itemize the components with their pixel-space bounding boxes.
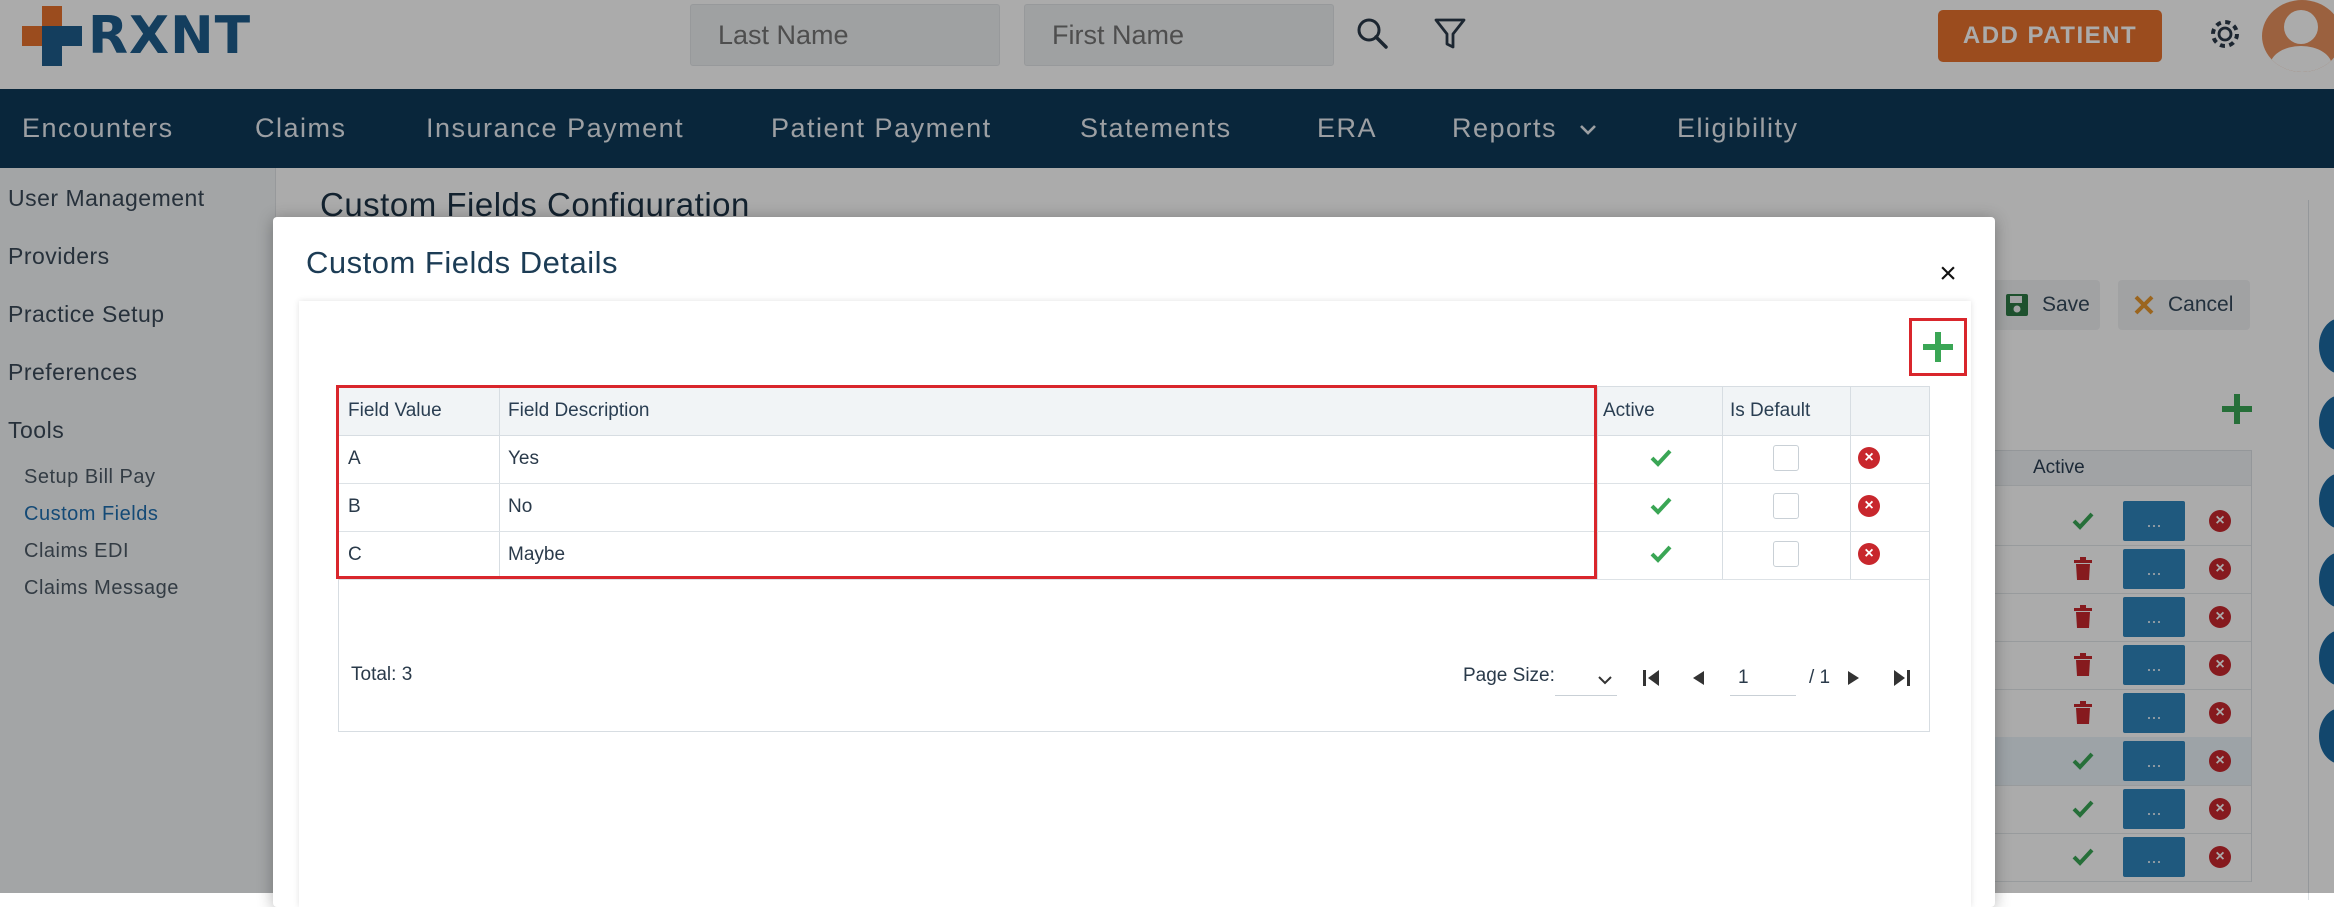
table-row[interactable]: C Maybe × <box>339 531 1929 580</box>
first-page-icon[interactable] <box>1640 667 1662 689</box>
field-value-cell: B <box>348 496 361 517</box>
field-values-grid: Field Value Field Description Active Is … <box>338 386 1930 732</box>
is-default-checkbox[interactable] <box>1773 493 1799 519</box>
page-size-label: Page Size: <box>1463 665 1555 686</box>
pager: Page Size: 1 / 1 <box>1463 665 1923 696</box>
column-is-default[interactable]: Is Default <box>1730 387 1810 435</box>
column-field-value[interactable]: Field Value <box>348 387 442 435</box>
field-value-cell: C <box>348 544 362 565</box>
page-number-value: 1 <box>1738 667 1749 688</box>
delete-row-icon[interactable]: × <box>1858 543 1880 565</box>
is-default-checkbox[interactable] <box>1773 445 1799 471</box>
table-row[interactable]: A Yes × <box>339 435 1929 484</box>
delete-row-icon[interactable]: × <box>1858 495 1880 517</box>
close-icon[interactable]: × <box>1933 259 1963 289</box>
checkmark-icon[interactable] <box>1649 495 1673 517</box>
page-number-input[interactable]: 1 <box>1730 665 1796 696</box>
delete-row-icon[interactable]: × <box>1858 447 1880 469</box>
column-active[interactable]: Active <box>1603 387 1655 435</box>
page-size-select[interactable] <box>1555 665 1617 696</box>
total-count: Total: 3 <box>351 664 413 685</box>
column-field-description[interactable]: Field Description <box>508 387 650 435</box>
field-description-cell: Yes <box>508 448 539 469</box>
chevron-down-icon <box>1598 676 1612 685</box>
is-default-checkbox[interactable] <box>1773 541 1799 567</box>
table-row[interactable]: B No × <box>339 483 1929 532</box>
checkmark-icon[interactable] <box>1649 543 1673 565</box>
plus-icon <box>1923 332 1953 362</box>
add-row-button[interactable] <box>1909 318 1967 376</box>
grid-header: Field Value Field Description Active Is … <box>339 387 1929 436</box>
page-total: / 1 <box>1809 667 1831 688</box>
field-description-cell: Maybe <box>508 544 566 565</box>
modal-title: Custom Fields Details <box>306 245 618 280</box>
checkmark-icon[interactable] <box>1649 447 1673 469</box>
previous-page-icon[interactable] <box>1687 667 1709 689</box>
field-description-cell: No <box>508 496 533 517</box>
field-value-cell: A <box>348 448 361 469</box>
next-page-icon[interactable] <box>1843 667 1865 689</box>
last-page-icon[interactable] <box>1891 667 1913 689</box>
